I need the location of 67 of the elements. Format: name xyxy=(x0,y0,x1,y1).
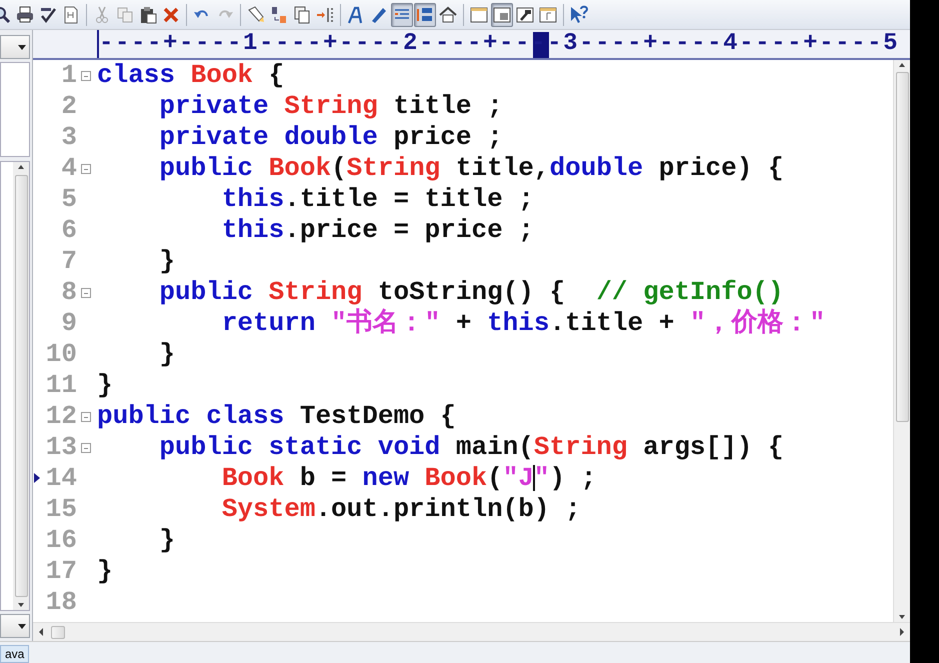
line-number: 7 xyxy=(60,246,77,277)
line-number: 8 xyxy=(60,277,77,308)
code-line: return "书名：" + this.title + "，价格：" xyxy=(220,308,826,339)
line-number: 13 xyxy=(44,432,77,463)
line-number: 6 xyxy=(60,215,77,246)
vertical-scrollbar[interactable] xyxy=(893,60,910,622)
line-number: 12 xyxy=(44,401,77,432)
line-number: 4 xyxy=(60,153,77,184)
dropdown-arrow-icon xyxy=(18,624,26,628)
help-icon xyxy=(569,4,589,24)
replace-icon xyxy=(269,4,289,24)
pages-icon xyxy=(292,4,312,24)
line-number: 10 xyxy=(44,339,77,370)
hammer-icon xyxy=(515,4,535,24)
line-number: 16 xyxy=(44,525,77,556)
code-line: this.price = price ; xyxy=(220,215,535,246)
code-line: class Book { xyxy=(97,60,286,91)
dropdown[interactable] xyxy=(0,35,30,59)
fold-toggle[interactable] xyxy=(81,70,91,80)
printer-icon xyxy=(15,4,35,24)
scroll-thumb[interactable] xyxy=(14,175,28,597)
file-tab[interactable]: ava xyxy=(0,645,30,663)
toolbar-button[interactable] xyxy=(491,2,513,26)
code-line: } xyxy=(97,370,114,401)
line-number: 1 xyxy=(60,60,77,91)
line-number: 17 xyxy=(44,556,77,587)
house-icon xyxy=(438,4,458,24)
scroll-thumb[interactable] xyxy=(896,72,908,422)
code-line: public static void main(String args[]) { xyxy=(158,432,785,463)
line-number: 14 xyxy=(44,463,77,494)
horizontal-scrollbar[interactable] xyxy=(33,622,910,641)
clipboard-icon xyxy=(138,4,158,24)
code-line: this.title = title ; xyxy=(220,184,535,215)
scrollbar[interactable] xyxy=(13,162,29,610)
fold-toggle[interactable] xyxy=(81,442,91,452)
fold-toggle[interactable] xyxy=(81,288,91,298)
line-number: 11 xyxy=(44,370,77,401)
fold-toggle[interactable] xyxy=(81,164,91,174)
code-line: } xyxy=(158,246,176,277)
scroll-left-icon[interactable] xyxy=(37,627,45,637)
code-line: Book b = new Book("J") ; xyxy=(220,463,598,494)
scroll-thumb[interactable] xyxy=(51,626,65,638)
window-icon xyxy=(469,4,489,24)
scroll-right-icon[interactable] xyxy=(898,627,906,637)
code-line: public Book(String title,double price) { xyxy=(158,153,785,184)
code-line: } xyxy=(97,556,114,587)
code-line: } xyxy=(158,525,176,556)
code-line: private double price ; xyxy=(158,122,504,153)
line-number: 18 xyxy=(44,587,77,618)
code-line: public String toString() { // getInfo() xyxy=(158,277,785,308)
toolbar-button[interactable] xyxy=(414,2,436,26)
line-number: 9 xyxy=(60,308,77,339)
frame-icon xyxy=(538,4,558,24)
toolbar-button[interactable] xyxy=(391,2,413,26)
code-line: System.out.println(b) ; xyxy=(220,494,582,525)
code-line: } xyxy=(158,339,176,370)
fold-toggle[interactable] xyxy=(81,412,91,422)
filter-dropdown[interactable] xyxy=(0,614,30,638)
panel-icon xyxy=(492,4,512,24)
code-line: private String title ; xyxy=(158,91,504,122)
line-number: 5 xyxy=(60,184,77,215)
line-number: 2 xyxy=(60,91,77,122)
line-number: 15 xyxy=(44,494,77,525)
copy-icon xyxy=(115,4,135,24)
dropdown-arrow-icon xyxy=(18,44,26,50)
code-line: public class TestDemo { xyxy=(97,401,457,432)
line-number: 3 xyxy=(60,122,77,153)
